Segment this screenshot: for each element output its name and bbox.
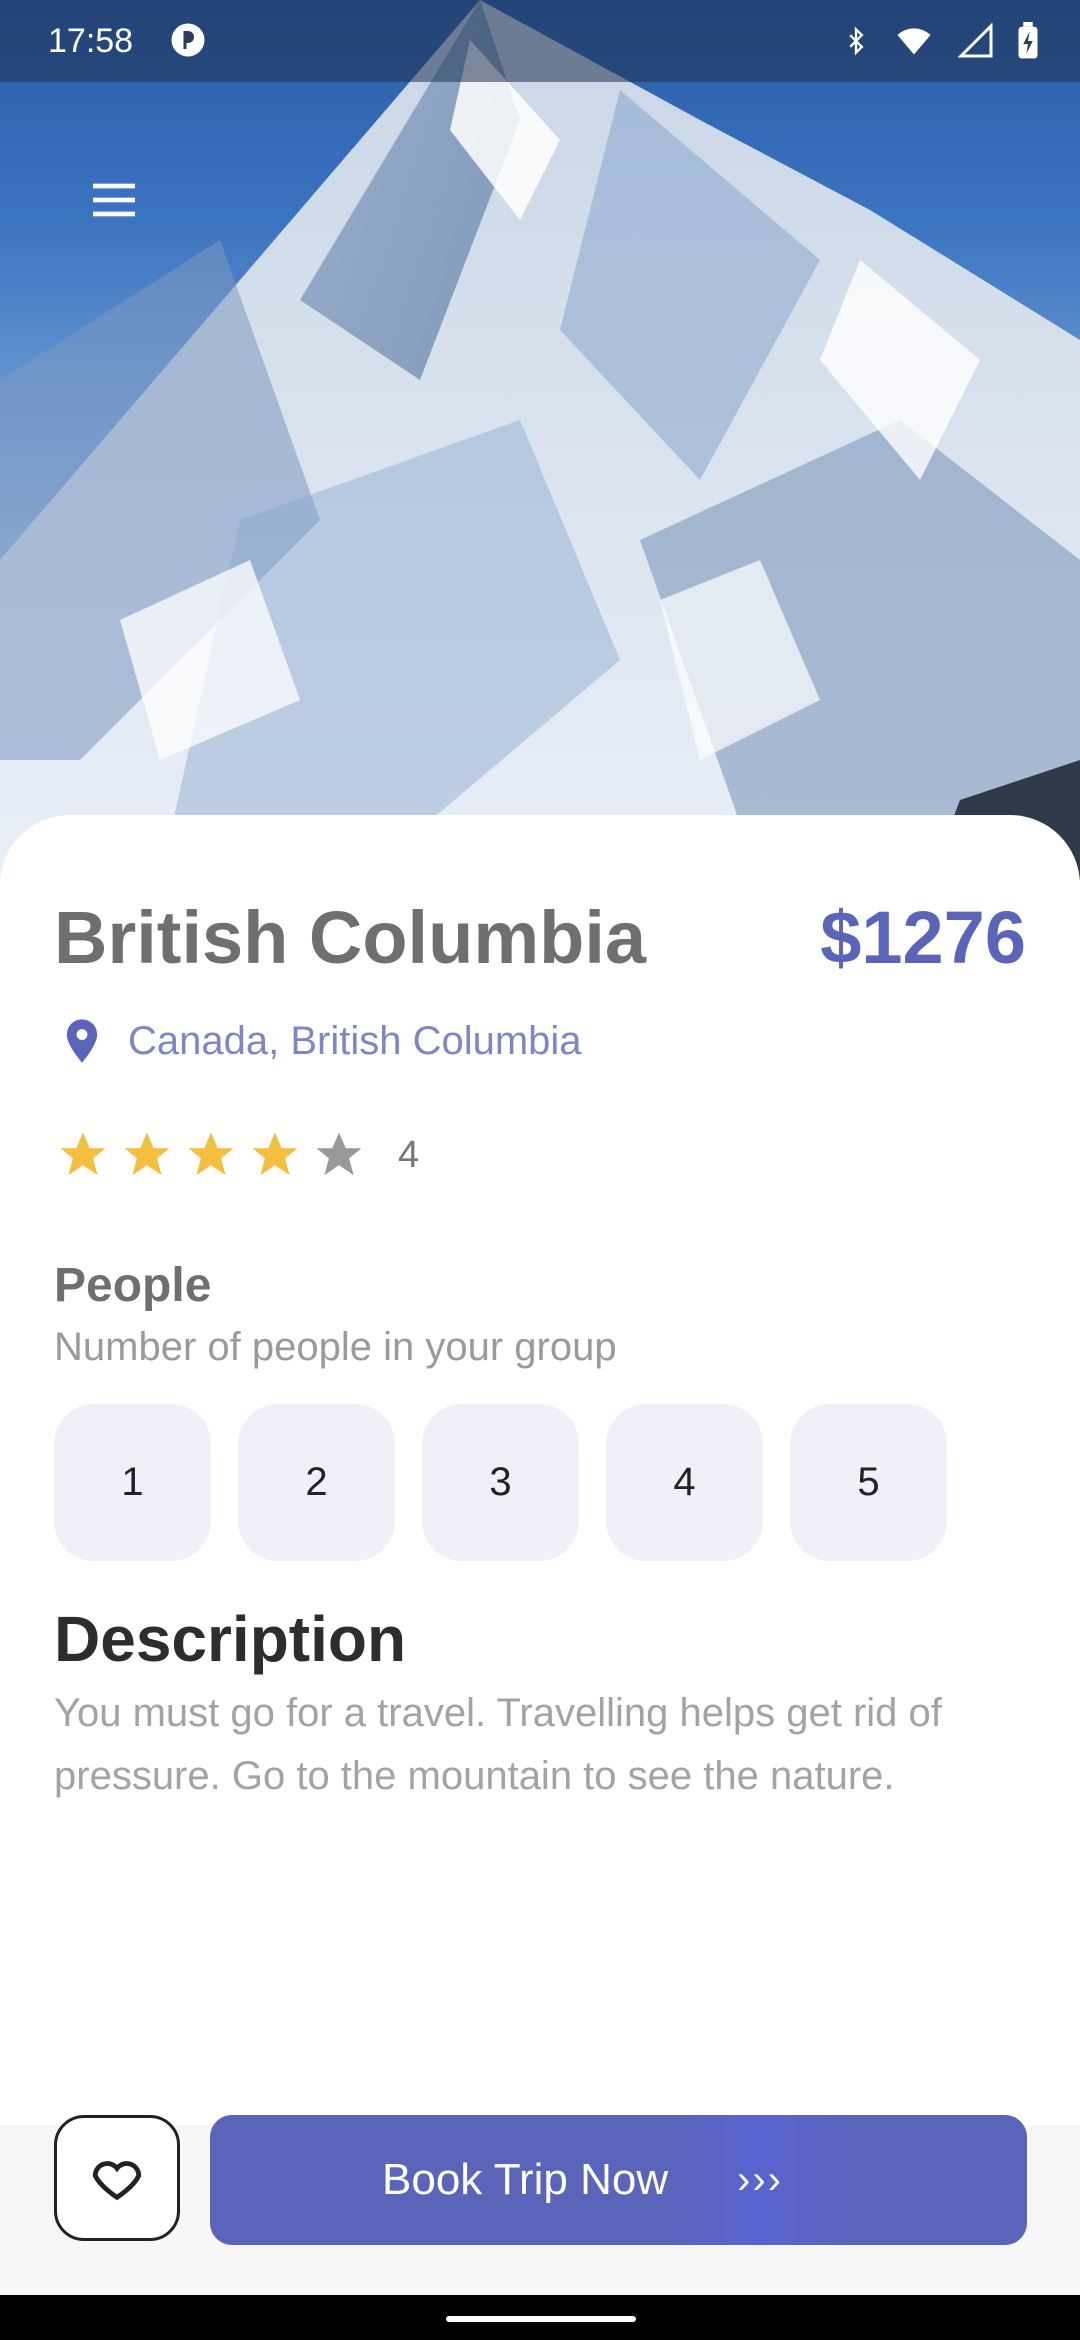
status-bar: 17:58	[0, 0, 1080, 82]
destination-location: Canada, British Columbia	[56, 1015, 582, 1067]
people-option-4[interactable]: 4	[606, 1404, 763, 1561]
wifi-icon	[897, 28, 931, 55]
battery-icon	[1018, 22, 1038, 59]
destination-price: $1276	[820, 896, 1026, 979]
rating-stars: 4	[56, 1128, 419, 1182]
rating-value: 4	[398, 1133, 420, 1176]
description-text: You must go for a travel. Travelling hel…	[54, 1691, 942, 1798]
book-trip-label: Book Trip Now	[382, 2155, 669, 2204]
people-option-5[interactable]: 5	[790, 1404, 947, 1561]
heart-outline-icon	[92, 2161, 142, 2201]
bluetooth-icon	[849, 26, 864, 56]
star-empty-icon[interactable]	[312, 1128, 366, 1182]
arrows-icon: ›››	[660, 2115, 860, 2245]
destination-title: British Columbia	[54, 896, 647, 979]
star-icon[interactable]	[120, 1128, 174, 1182]
star-icon[interactable]	[184, 1128, 238, 1182]
hamburger-menu-icon	[93, 183, 135, 217]
people-selector: 1 2 3 4 5	[54, 1404, 947, 1561]
hero-image	[0, 0, 1080, 880]
favorite-button[interactable]	[54, 2115, 180, 2241]
home-indicator[interactable]	[446, 2316, 636, 2322]
people-option-3[interactable]: 3	[422, 1404, 579, 1561]
status-icons	[842, 22, 1040, 60]
people-title: People	[54, 1259, 212, 1312]
people-option-1[interactable]: 1	[54, 1404, 211, 1561]
location-pin-icon	[66, 1019, 98, 1063]
star-icon[interactable]	[56, 1128, 110, 1182]
menu-button[interactable]	[82, 168, 146, 232]
book-trip-button[interactable]: Book Trip Now ›››	[210, 2115, 1027, 2245]
star-icon[interactable]	[248, 1128, 302, 1182]
people-subtitle: Number of people in your group	[54, 1325, 617, 1369]
app-notification-icon	[171, 23, 205, 57]
status-time: 17:58	[48, 22, 134, 60]
description-title: Description	[54, 1603, 407, 1675]
signal-icon	[958, 23, 993, 58]
mountain-illustration	[0, 0, 1080, 880]
people-option-2[interactable]: 2	[238, 1404, 395, 1561]
location-text: Canada, British Columbia	[128, 1018, 582, 1063]
